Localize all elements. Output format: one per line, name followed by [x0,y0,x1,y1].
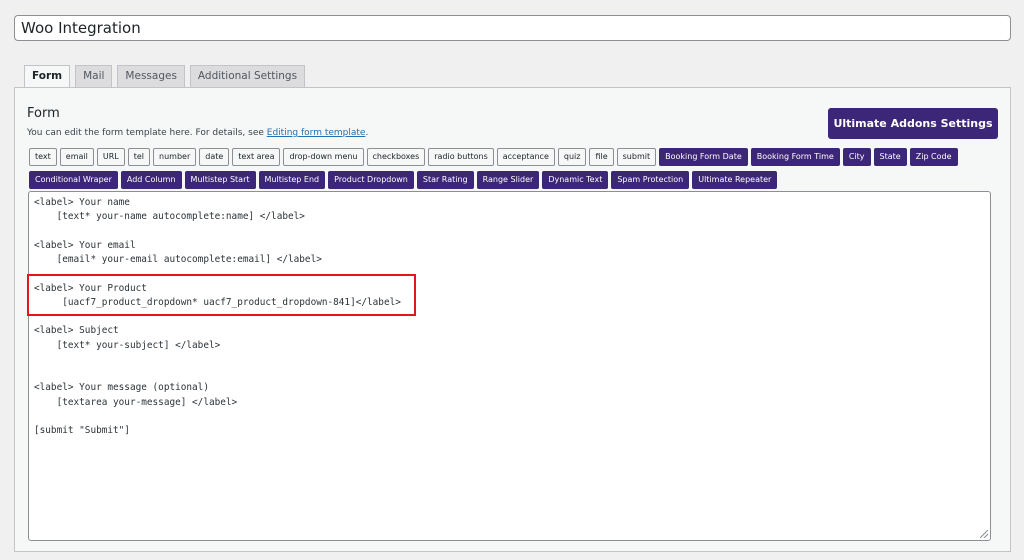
tag-button-email[interactable]: email [59,148,94,166]
tag-buttons-row-1: text email URL tel number date text area drop-d… [29,148,958,166]
tag-button-url[interactable]: URL [96,148,125,166]
tag-button-submit[interactable]: submit [616,148,657,166]
code-line: [text* your-name autocomplete:name] </la… [34,211,305,223]
tag-button-add-column[interactable]: Add Column [120,171,182,189]
tag-button-dynamic-text[interactable]: Dynamic Text [542,171,609,189]
tag-button-multistep-end[interactable]: Multistep End [258,171,326,189]
form-panel-heading: Form [27,106,60,121]
code-line: <label> Your email [34,239,136,251]
tag-button-booking-form-date[interactable]: Booking Form Date [659,148,748,166]
tag-button-quiz[interactable]: quiz [557,148,587,166]
tag-buttons-row-2: Conditional Wraper Add Column Multistep St… [29,171,778,189]
tag-button-checkboxes[interactable]: checkboxes [366,148,426,166]
tag-button-text-area[interactable]: text area [232,148,281,166]
form-template-editor[interactable]: <label> Your name [text* your-name autoc… [28,191,991,541]
editing-form-template-link[interactable]: Editing form template [267,128,366,138]
tab-messages[interactable]: Messages [117,65,185,87]
resize-grip-icon[interactable] [980,530,988,538]
code-line: [uacf7_product_dropdown* uacf7_product_d… [34,296,401,308]
settings-tabs: Form Mail Messages Additional Settings [24,65,306,88]
tag-button-radio-buttons[interactable]: radio buttons [428,148,494,166]
tab-mail[interactable]: Mail [75,65,113,87]
code-line: [textarea your-message] </label> [34,396,238,408]
tag-button-range-slider[interactable]: Range Slider [476,171,540,189]
tag-button-file[interactable]: file [589,148,614,166]
tag-button-date[interactable]: date [199,148,230,166]
code-line: <label> Subject [34,325,119,337]
tag-button-booking-form-time[interactable]: Booking Form Time [750,148,840,166]
form-panel-description: You can edit the form template here. For… [27,128,368,138]
ultimate-addons-settings-button[interactable]: Ultimate Addons Settings [828,108,998,139]
tag-button-ultimate-repeater[interactable]: Ultimate Repeater [692,171,778,189]
tag-button-text[interactable]: text [29,148,57,166]
tag-button-star-rating[interactable]: Star Rating [416,171,474,189]
tag-button-spam-protection[interactable]: Spam Protection [611,171,690,189]
tag-button-drop-down-menu[interactable]: drop-down menu [283,148,364,166]
tag-button-zip-code[interactable]: Zip Code [909,148,958,166]
code-line: <label> Your Product [34,282,147,294]
tag-button-number[interactable]: number [153,148,197,166]
form-title-input[interactable] [14,15,1011,41]
form-description-text: You can edit the form template here. For… [27,128,267,138]
tag-button-product-dropdown[interactable]: Product Dropdown [328,171,414,189]
form-panel: Form You can edit the form template here… [14,87,1011,552]
code-line: <label> Your name [34,197,130,208]
code-line: [email* your-email autocomplete:email] <… [34,254,322,265]
tag-button-tel[interactable]: tel [127,148,151,166]
tag-button-city[interactable]: City [842,148,871,166]
tab-form[interactable]: Form [24,65,71,88]
code-line: <label> Your message (optional) [34,382,209,394]
tag-button-acceptance[interactable]: acceptance [496,148,555,166]
form-description-end: . [365,128,369,138]
tag-button-multistep-start[interactable]: Multistep Start [184,171,256,189]
tag-button-state[interactable]: State [873,148,907,166]
tag-button-conditional-wraper[interactable]: Conditional Wraper [29,171,118,189]
tab-additional-settings[interactable]: Additional Settings [189,65,306,87]
code-line: [text* your-subject] </label> [34,339,221,351]
code-line: [submit "Submit"] [34,425,130,436]
